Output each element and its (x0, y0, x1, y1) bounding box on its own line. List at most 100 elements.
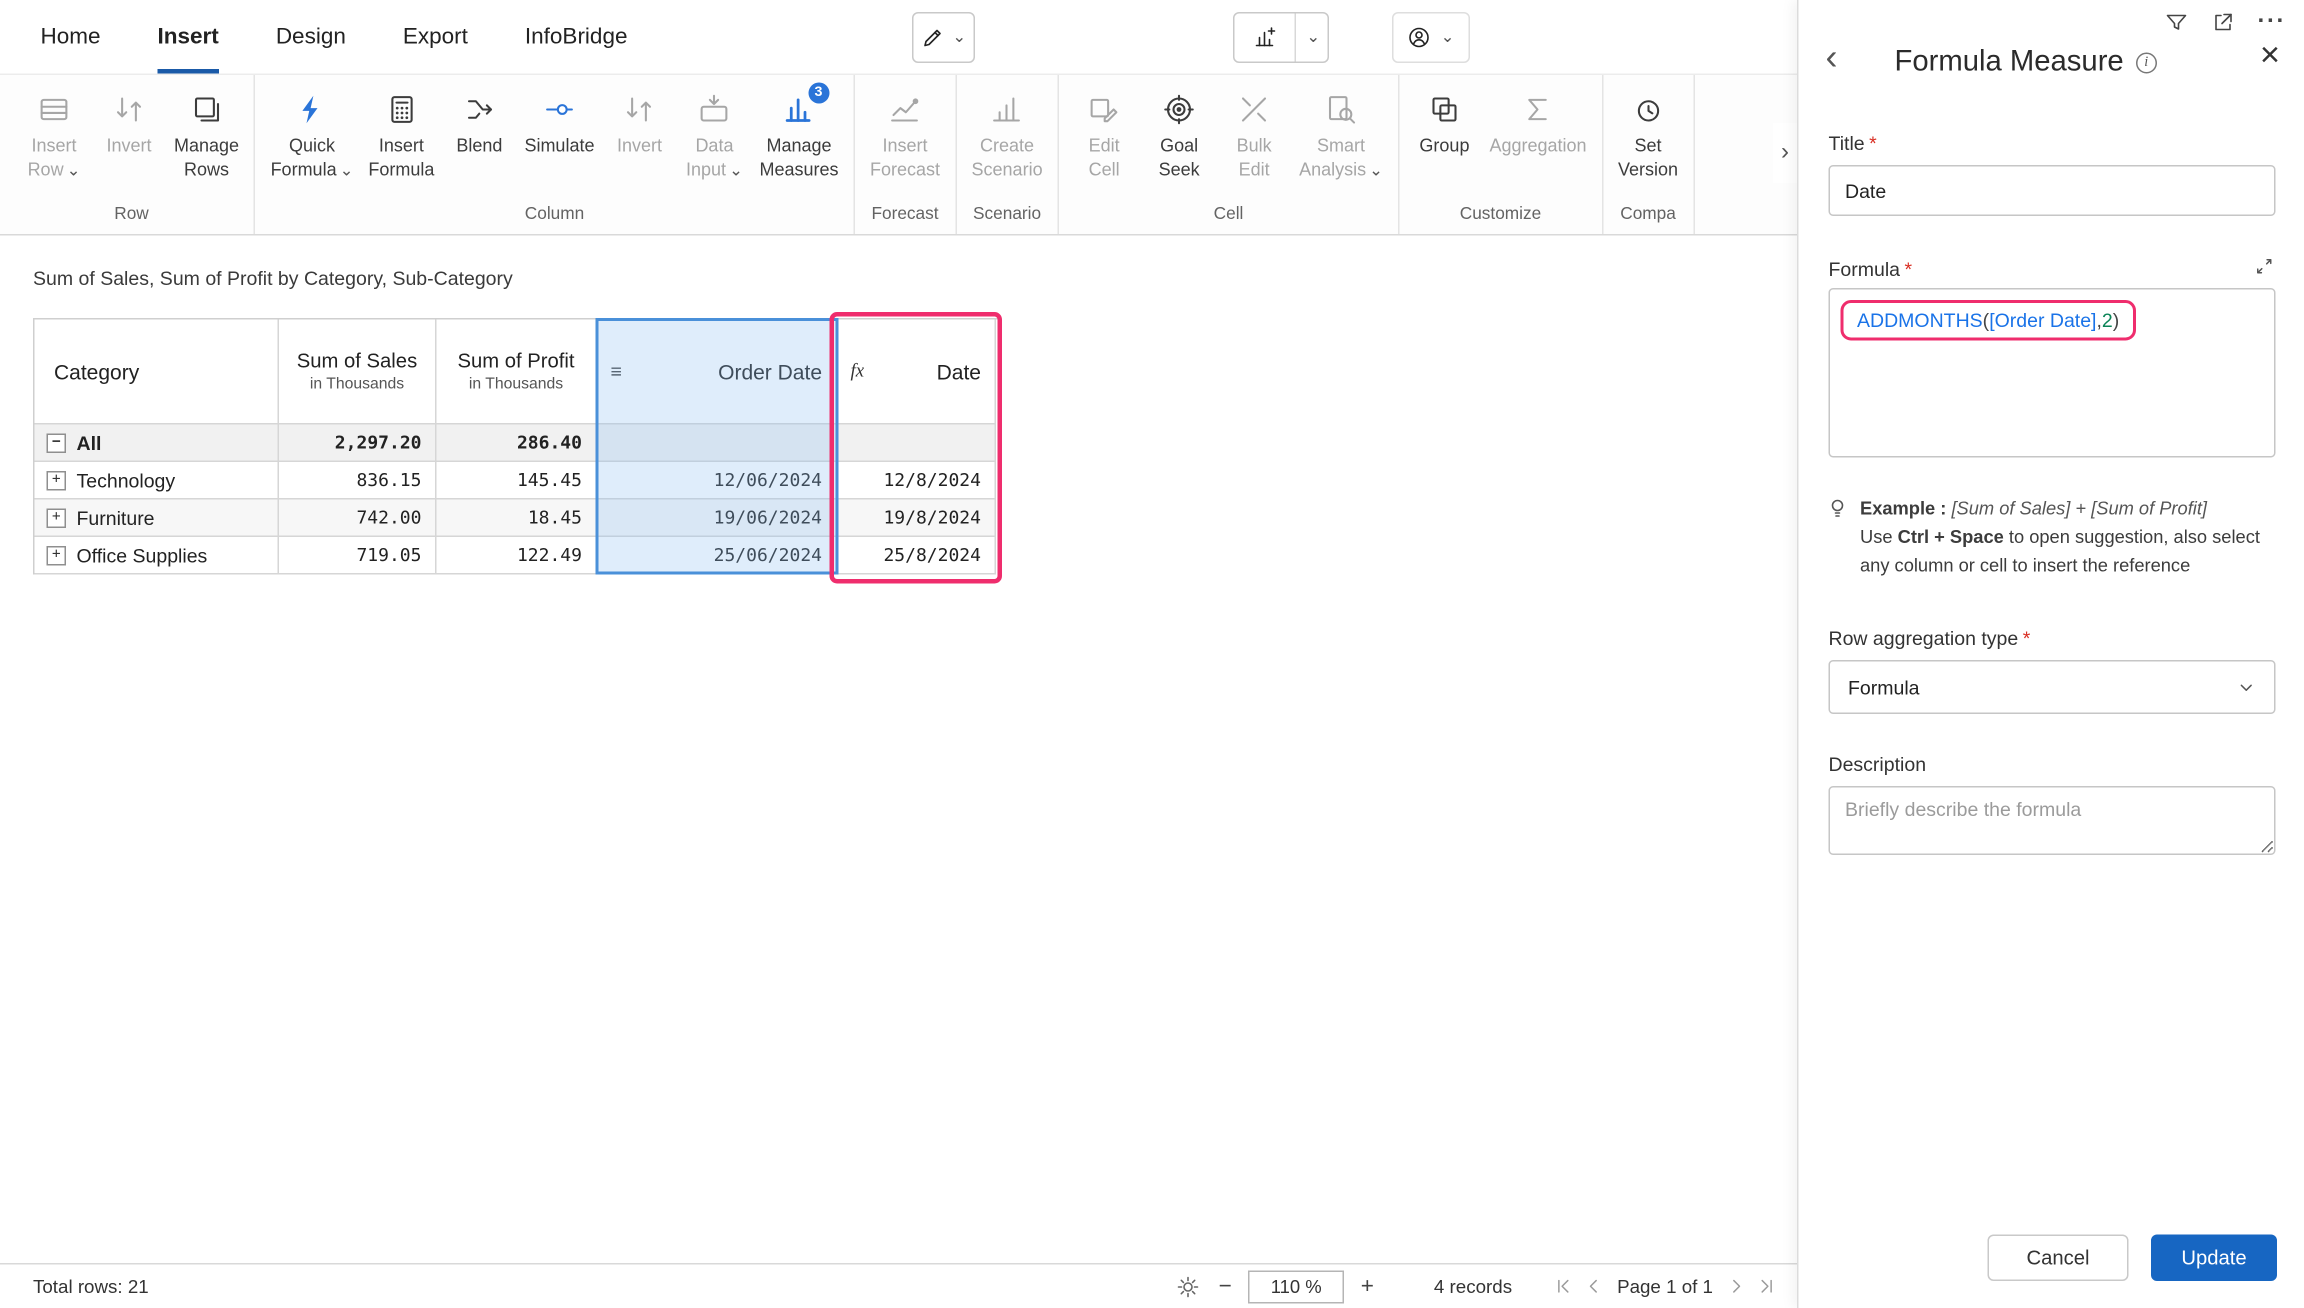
settings-gear-icon[interactable] (1177, 1274, 1201, 1298)
menu-tab-export[interactable]: Export (403, 0, 468, 74)
manage-rows-button[interactable]: ManageRows (167, 89, 247, 185)
aggregation-type-select[interactable]: Formula (1829, 660, 2276, 714)
col-header-category[interactable]: Category (35, 320, 280, 425)
cell-office-supplies-sales[interactable]: 719.05 (279, 537, 437, 575)
col-header-date[interactable]: fx Date (837, 320, 996, 425)
cell-all-date[interactable] (837, 425, 996, 463)
prev-page-button[interactable] (1584, 1277, 1604, 1297)
bar-chart-icon: 3 (782, 92, 815, 128)
smart-analysis-button[interactable]: SmartAnalysis⌄ (1292, 89, 1391, 185)
col-header-order-date[interactable]: ≡ Order Date (597, 320, 837, 425)
bulk-edit-button[interactable]: BulkEdit (1217, 89, 1292, 185)
expand-icon[interactable]: + (47, 470, 67, 490)
measures-count-badge: 3 (808, 83, 829, 104)
info-icon[interactable]: i (2136, 52, 2157, 73)
row-technology-category-cell[interactable]: + Technology (35, 462, 280, 500)
app-window: Home Insert Design Export InfoBridge ⌄ ⌄ (0, 0, 2304, 1308)
create-scenario-button[interactable]: CreateScenario (964, 89, 1050, 185)
close-panel-button[interactable]: × (2260, 38, 2280, 73)
open-external-icon[interactable] (2211, 11, 2235, 35)
ribbon-group-label-column: Column (263, 203, 846, 235)
calculator-icon (385, 92, 418, 128)
blend-button[interactable]: Blend (442, 89, 517, 162)
filter-icon[interactable] (2165, 11, 2189, 35)
next-page-button[interactable] (1727, 1277, 1747, 1297)
records-count: 4 records (1434, 1276, 1512, 1297)
collapse-icon[interactable]: − (47, 433, 67, 453)
menu-tab-design[interactable]: Design (276, 0, 346, 74)
insert-forecast-button[interactable]: InsertForecast (863, 89, 948, 185)
invert-column-button[interactable]: Invert (602, 89, 677, 162)
last-page-button[interactable] (1757, 1277, 1777, 1297)
cell-office-supplies-date[interactable]: 25/8/2024 (837, 537, 996, 575)
description-textarea[interactable] (1829, 786, 2276, 855)
panel-top-icons: ··· (2165, 11, 2286, 35)
quick-formula-button[interactable]: QuickFormula⌄ (263, 89, 361, 185)
more-options-icon[interactable]: ··· (2258, 11, 2286, 35)
goal-seek-button[interactable]: GoalSeek (1142, 89, 1217, 185)
pivot-table: Category Sum of Sales in Thousands Sum o… (33, 318, 1001, 575)
cell-technology-date[interactable]: 12/8/2024 (837, 462, 996, 500)
cell-technology-order-date[interactable]: 12/06/2024 (597, 462, 837, 500)
add-chart-button[interactable]: ⌄ (1233, 12, 1329, 63)
cell-technology-sales[interactable]: 836.15 (279, 462, 437, 500)
invert-row-button[interactable]: Invert (92, 89, 167, 162)
row-office-supplies-category-cell[interactable]: + Office Supplies (35, 537, 280, 575)
panel-footer: Cancel Update (1988, 1235, 2278, 1282)
row-furniture-category-cell[interactable]: + Furniture (35, 500, 280, 538)
edit-cell-button[interactable]: EditCell (1067, 89, 1142, 185)
manage-measures-button[interactable]: 3 ManageMeasures (752, 89, 846, 185)
ribbon-group-label-row: Row (17, 203, 247, 235)
group-button[interactable]: Group (1407, 89, 1482, 162)
pagination: Page 1 of 1 (1554, 1276, 1776, 1297)
col-header-sum-of-profit[interactable]: Sum of Profit in Thousands (437, 320, 598, 425)
row-all-category-cell[interactable]: − All (35, 425, 280, 463)
data-input-button[interactable]: DataInput⌄ (677, 89, 752, 185)
ribbon-group-label-cell: Cell (1067, 203, 1391, 235)
aggregation-button[interactable]: Aggregation (1482, 89, 1594, 162)
insert-formula-button[interactable]: InsertFormula (361, 89, 442, 185)
chevron-down-icon: ⌄ (1369, 161, 1383, 179)
first-page-button[interactable] (1554, 1277, 1574, 1297)
cell-furniture-date[interactable]: 19/8/2024 (837, 500, 996, 538)
expand-icon[interactable]: + (47, 545, 67, 565)
cell-technology-profit[interactable]: 145.45 (437, 462, 598, 500)
title-input[interactable] (1829, 165, 2276, 216)
back-button[interactable]: ‹ (1826, 41, 1838, 77)
cell-all-order-date[interactable] (597, 425, 837, 463)
required-asterisk: * (1869, 132, 1877, 155)
cell-furniture-profit[interactable]: 18.45 (437, 500, 598, 538)
expand-formula-icon[interactable] (2255, 257, 2275, 284)
column-menu-icon[interactable]: ≡ (611, 360, 622, 383)
formula-editor[interactable]: ADDMONTHS([Order Date],2) (1829, 288, 2276, 458)
ribbon-scroll-right-button[interactable]: › (1773, 123, 1797, 183)
shortcut-key-text: Ctrl + Space (1898, 526, 2004, 547)
edit-style-button[interactable]: ⌄ (912, 12, 975, 63)
tools-icon (1238, 92, 1271, 128)
col-header-sum-of-sales[interactable]: Sum of Sales in Thousands (279, 320, 437, 425)
zoom-out-button[interactable]: − (1216, 1274, 1235, 1300)
cell-furniture-order-date[interactable]: 19/06/2024 (597, 500, 837, 538)
cell-office-supplies-order-date[interactable]: 25/06/2024 (597, 537, 837, 575)
menu-tab-insert[interactable]: Insert (158, 0, 219, 74)
cell-all-profit[interactable]: 286.40 (437, 425, 598, 463)
expand-icon[interactable]: + (47, 508, 67, 528)
cell-office-supplies-profit[interactable]: 122.49 (437, 537, 598, 575)
ribbon-group-scenario: CreateScenario Scenario (957, 75, 1060, 234)
menu-tab-infobridge[interactable]: InfoBridge (525, 0, 628, 74)
aggregation-type-value: Formula (1848, 676, 1920, 699)
cell-furniture-sales[interactable]: 742.00 (279, 500, 437, 538)
insert-row-button[interactable]: InsertRow⌄ (17, 89, 92, 185)
update-button[interactable]: Update (2151, 1235, 2277, 1282)
formula-field-label: Formula* (1829, 258, 1913, 281)
simulate-button[interactable]: Simulate (517, 89, 602, 162)
account-button[interactable]: ⌄ (1392, 12, 1470, 63)
scenario-icon (991, 92, 1024, 128)
cancel-button[interactable]: Cancel (1988, 1235, 2129, 1282)
menu-tab-home[interactable]: Home (41, 0, 101, 74)
menu-tabs: Home Insert Design Export InfoBridge (41, 0, 628, 74)
zoom-level[interactable]: 110 % (1248, 1270, 1344, 1303)
set-version-button[interactable]: SetVersion (1611, 89, 1686, 185)
cell-all-sales[interactable]: 2,297.20 (279, 425, 437, 463)
zoom-in-button[interactable]: + (1358, 1274, 1377, 1300)
